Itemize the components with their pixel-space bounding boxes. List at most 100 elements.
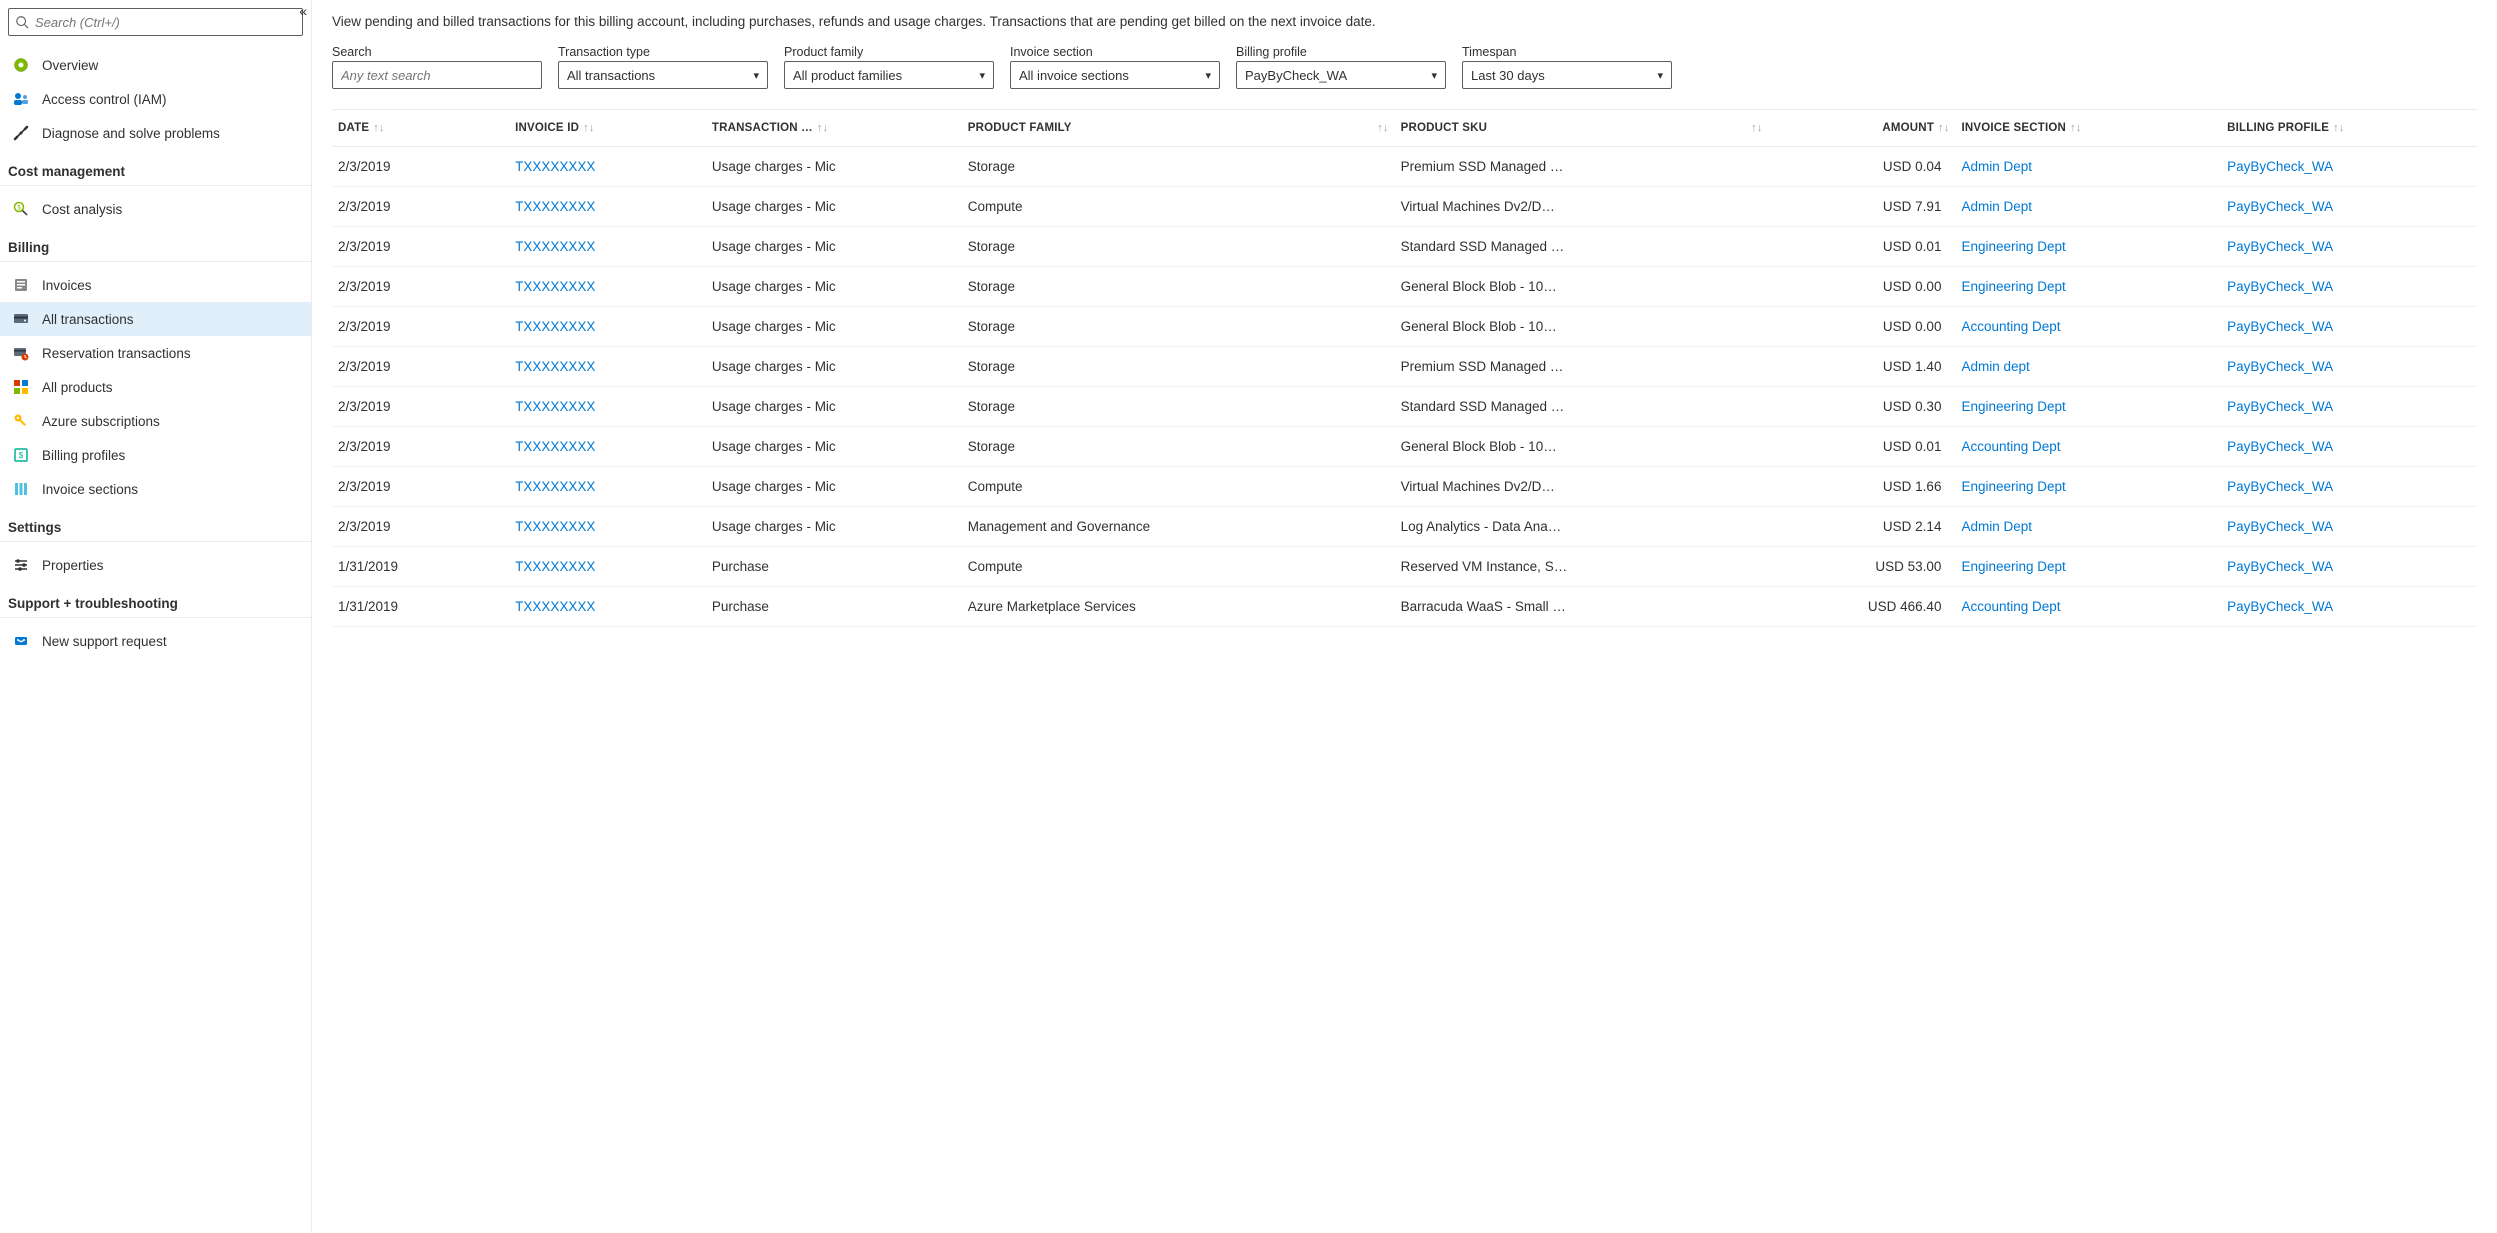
col-invoice-section[interactable]: INVOICE SECTION↑↓ [1955,110,2221,147]
cell-invoice-section[interactable]: Accounting Dept [1955,307,2221,347]
cell-transaction: Usage charges - Mic [706,307,962,347]
table-row: 2/3/2019TXXXXXXXXUsage charges - MicStor… [332,347,2477,387]
sidebar-item-all-products[interactable]: All products [0,370,311,404]
cell-invoice-id[interactable]: TXXXXXXXX [509,187,706,227]
filter-product-family[interactable]: All product families ▾ [784,61,994,89]
sidebar-item-invoices[interactable]: Invoices [0,268,311,302]
cell-date: 2/3/2019 [332,187,509,227]
sidebar-item-diagnose[interactable]: Diagnose and solve problems [0,116,311,150]
sidebar-item-label: Access control (IAM) [42,92,167,107]
cell-billing-profile[interactable]: PayByCheck_WA [2221,147,2477,187]
cell-billing-profile[interactable]: PayByCheck_WA [2221,307,2477,347]
cell-invoice-id[interactable]: TXXXXXXXX [509,427,706,467]
filter-invoice-section[interactable]: All invoice sections ▾ [1010,61,1220,89]
cell-invoice-id[interactable]: TXXXXXXXX [509,147,706,187]
cell-billing-profile[interactable]: PayByCheck_WA [2221,227,2477,267]
sidebar-item-invoice-sections[interactable]: Invoice sections [0,472,311,506]
cell-amount: USD 0.01 [1769,227,1956,267]
cell-invoice-id[interactable]: TXXXXXXXX [509,467,706,507]
sidebar-item-label: All products [42,380,113,395]
cell-invoice-id[interactable]: TXXXXXXXX [509,227,706,267]
cell-product-sku: Premium SSD Managed … [1395,147,1769,187]
cell-billing-profile[interactable]: PayByCheck_WA [2221,467,2477,507]
col-invoice-id[interactable]: INVOICE ID↑↓ [509,110,706,147]
sort-icon: ↑↓ [1377,122,1388,134]
cell-invoice-section[interactable]: Engineering Dept [1955,387,2221,427]
sidebar-item-label: New support request [42,634,167,649]
cell-invoice-id[interactable]: TXXXXXXXX [509,267,706,307]
cell-invoice-id[interactable]: TXXXXXXXX [509,387,706,427]
filter-transaction-type-label: Transaction type [558,45,768,59]
sidebar-search-input[interactable] [35,15,296,30]
filter-search[interactable] [332,61,542,89]
cell-invoice-section[interactable]: Admin Dept [1955,147,2221,187]
filter-billing-profile[interactable]: PayByCheck_WA ▾ [1236,61,1446,89]
table-row: 1/31/2019TXXXXXXXXPurchaseComputeReserve… [332,547,2477,587]
sidebar-search[interactable] [8,8,303,36]
cell-invoice-section[interactable]: Engineering Dept [1955,547,2221,587]
cell-amount: USD 0.04 [1769,147,1956,187]
cell-billing-profile[interactable]: PayByCheck_WA [2221,427,2477,467]
filter-value: All invoice sections [1019,68,1129,83]
cell-invoice-section[interactable]: Admin Dept [1955,507,2221,547]
cell-transaction: Usage charges - Mic [706,187,962,227]
cell-invoice-section[interactable]: Engineering Dept [1955,227,2221,267]
cell-invoice-id[interactable]: TXXXXXXXX [509,587,706,627]
sidebar-item-overview[interactable]: Overview [0,48,311,82]
cell-billing-profile[interactable]: PayByCheck_WA [2221,187,2477,227]
sidebar-item-label: Overview [42,58,98,73]
filter-billing-profile-label: Billing profile [1236,45,1446,59]
cell-invoice-section[interactable]: Admin dept [1955,347,2221,387]
section-header-support: Support + troubleshooting [0,586,311,618]
col-product-family[interactable]: PRODUCT FAMILY↑↓ [962,110,1395,147]
cell-date: 2/3/2019 [332,387,509,427]
cell-invoice-id[interactable]: TXXXXXXXX [509,307,706,347]
cell-billing-profile[interactable]: PayByCheck_WA [2221,267,2477,307]
cell-date: 2/3/2019 [332,267,509,307]
collapse-sidebar-button[interactable]: « [299,4,307,18]
col-amount[interactable]: AMOUNT↑↓ [1769,110,1956,147]
filter-search-input[interactable] [341,68,533,83]
filter-timespan[interactable]: Last 30 days ▾ [1462,61,1672,89]
sidebar-item-new-support-request[interactable]: New support request [0,624,311,658]
cell-invoice-id[interactable]: TXXXXXXXX [509,547,706,587]
cell-billing-profile[interactable]: PayByCheck_WA [2221,347,2477,387]
sidebar-item-reservation-transactions[interactable]: Reservation transactions [0,336,311,370]
chevron-down-icon: ▾ [753,69,759,82]
cell-invoice-section[interactable]: Engineering Dept [1955,467,2221,507]
cell-billing-profile[interactable]: PayByCheck_WA [2221,387,2477,427]
cell-invoice-id[interactable]: TXXXXXXXX [509,347,706,387]
sidebar-item-label: Invoices [42,278,92,293]
main-content: View pending and billed transactions for… [312,0,2497,1233]
sidebar-item-azure-subscriptions[interactable]: Azure subscriptions [0,404,311,438]
sidebar-item-billing-profiles[interactable]: $ Billing profiles [0,438,311,472]
cell-product-family: Storage [962,427,1395,467]
col-transaction[interactable]: TRANSACTION …↑↓ [706,110,962,147]
col-date[interactable]: DATE↑↓ [332,110,509,147]
cell-invoice-section[interactable]: Admin Dept [1955,187,2221,227]
sidebar-item-label: Properties [42,558,104,573]
filter-transaction-type[interactable]: All transactions ▾ [558,61,768,89]
sort-icon: ↑↓ [583,122,594,134]
sidebar: « Overview Access control (IAM) Diagno [0,0,312,1233]
sidebar-item-access-control[interactable]: Access control (IAM) [0,82,311,116]
sidebar-item-properties[interactable]: Properties [0,548,311,582]
cell-product-family: Storage [962,147,1395,187]
cell-product-family: Azure Marketplace Services [962,587,1395,627]
table-row: 2/3/2019TXXXXXXXXUsage charges - MicStor… [332,227,2477,267]
sidebar-item-all-transactions[interactable]: All transactions [0,302,311,336]
col-billing-profile[interactable]: BILLING PROFILE↑↓ [2221,110,2477,147]
cell-billing-profile[interactable]: PayByCheck_WA [2221,547,2477,587]
col-product-sku[interactable]: PRODUCT SKU↑↓ [1395,110,1769,147]
sidebar-item-cost-analysis[interactable]: $ Cost analysis [0,192,311,226]
table-row: 2/3/2019TXXXXXXXXUsage charges - MicStor… [332,387,2477,427]
filter-search-label: Search [332,45,542,59]
cell-invoice-id[interactable]: TXXXXXXXX [509,507,706,547]
cell-billing-profile[interactable]: PayByCheck_WA [2221,507,2477,547]
cell-billing-profile[interactable]: PayByCheck_WA [2221,587,2477,627]
cell-invoice-section[interactable]: Engineering Dept [1955,267,2221,307]
cell-invoice-section[interactable]: Accounting Dept [1955,427,2221,467]
cell-invoice-section[interactable]: Accounting Dept [1955,587,2221,627]
cell-date: 2/3/2019 [332,347,509,387]
cost-analysis-icon: $ [12,200,30,218]
